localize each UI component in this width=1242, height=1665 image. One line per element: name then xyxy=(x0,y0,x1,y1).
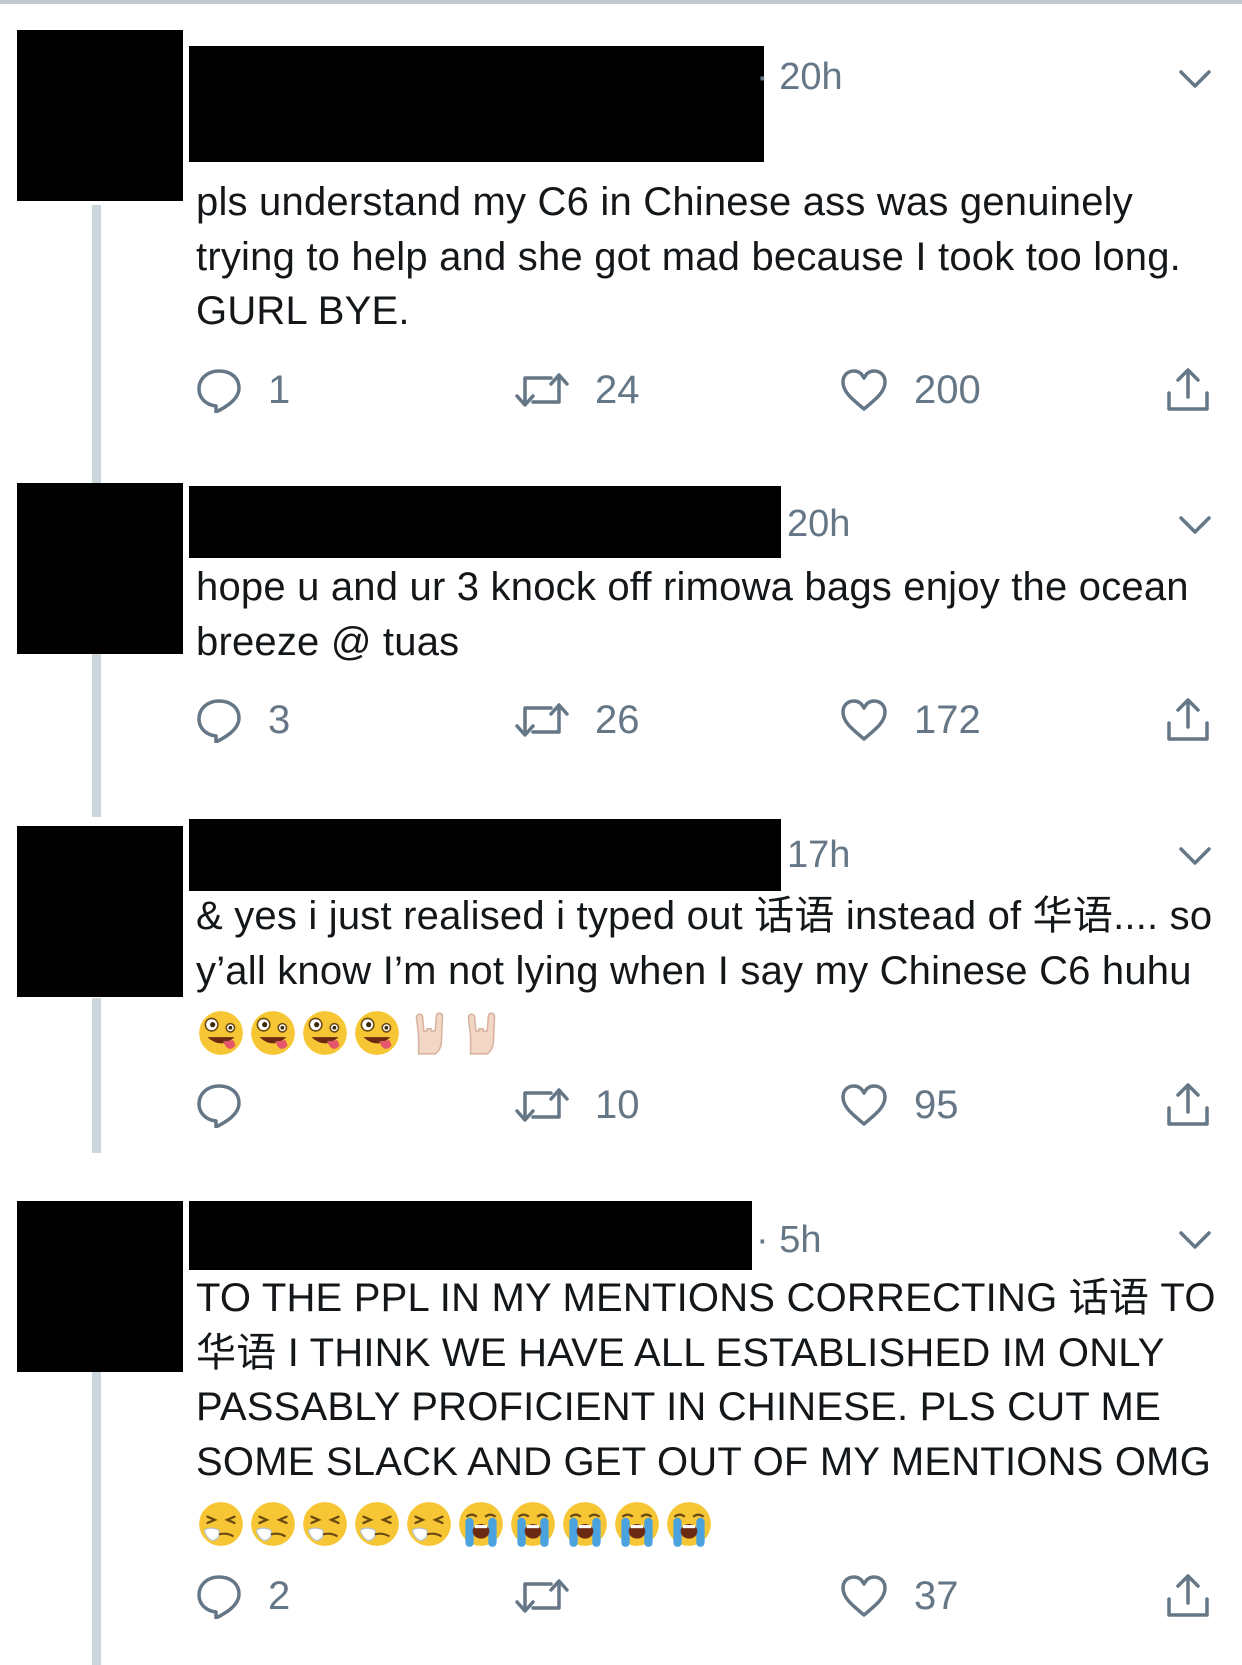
redacted-username xyxy=(189,1201,752,1270)
timestamp-value: 17h xyxy=(787,834,851,876)
share-button[interactable] xyxy=(1165,1075,1211,1135)
reply-button[interactable]: 3 xyxy=(196,690,290,750)
zany-face-emoji xyxy=(355,1011,399,1056)
tweet-timestamp[interactable]: 20h xyxy=(787,503,850,546)
reply-button[interactable]: 1 xyxy=(196,360,290,420)
share-button[interactable] xyxy=(1165,1566,1211,1626)
like-button[interactable]: 95 xyxy=(840,1075,959,1135)
retweet-arrows-icon xyxy=(515,703,569,737)
timestamp-value: 5h xyxy=(779,1219,822,1261)
retweet-arrows-icon xyxy=(515,1088,569,1122)
retweet-button[interactable] xyxy=(515,1566,595,1626)
zany-face-emoji xyxy=(251,1011,295,1056)
retweet-count: 24 xyxy=(595,367,640,412)
zany-face-emoji xyxy=(199,1011,243,1056)
rock-on-hand-emoji xyxy=(415,1012,444,1056)
redacted-username xyxy=(189,819,781,891)
heart-outline-icon xyxy=(841,1575,887,1617)
sneezing-face-emoji xyxy=(407,1502,451,1547)
loudly-crying-face-emoji xyxy=(615,1502,659,1548)
retweet-button[interactable]: 24 xyxy=(515,360,640,420)
redacted-username xyxy=(189,46,764,162)
top-divider xyxy=(0,0,1242,4)
tweet-text-body: & yes i just realised i typed out 话语 ins… xyxy=(196,894,1224,993)
heart-outline-icon xyxy=(841,1084,887,1126)
tweet-actions: 3 26 172 xyxy=(0,690,1242,750)
tweet-text: TO THE PPL IN MY MENTIONS CORRECTING 话语 … xyxy=(196,1271,1226,1550)
tweet-actions: 1 24 200 xyxy=(0,360,1242,420)
heart-outline-icon xyxy=(841,699,887,741)
timestamp-value: 20h xyxy=(787,503,851,545)
speech-bubble-icon xyxy=(197,1084,241,1128)
chevron-down-icon[interactable] xyxy=(1178,514,1212,536)
chevron-down-icon[interactable] xyxy=(1178,1229,1212,1251)
share-upload-icon xyxy=(1167,1574,1209,1617)
redacted-username xyxy=(189,486,781,558)
tweet-text: & yes i just realised i typed out 话语 ins… xyxy=(196,889,1226,1059)
reply-button[interactable] xyxy=(196,1075,268,1135)
loudly-crying-face-emoji xyxy=(459,1502,503,1548)
like-button[interactable]: 200 xyxy=(840,360,981,420)
avatar[interactable] xyxy=(17,30,183,201)
reply-button[interactable]: 2 xyxy=(196,1566,290,1626)
retweet-arrows-icon xyxy=(515,373,569,407)
retweet-arrows-icon xyxy=(515,1579,569,1613)
share-button[interactable] xyxy=(1165,360,1211,420)
tweet-actions: 10 95 xyxy=(0,1075,1242,1135)
retweet-button[interactable]: 10 xyxy=(515,1075,640,1135)
tweet-actions: 2 37 xyxy=(0,1566,1242,1626)
tweet-text: pls understand my C6 in Chinese ass was … xyxy=(196,180,1193,333)
retweet-count: 26 xyxy=(595,697,640,742)
timestamp-dot: · xyxy=(756,56,769,98)
zany-face-emoji xyxy=(303,1011,347,1056)
share-upload-icon xyxy=(1167,368,1209,411)
reply-count: 1 xyxy=(268,367,291,412)
tweet-text-body: TO THE PPL IN MY MENTIONS CORRECTING 话语 … xyxy=(196,1276,1227,1484)
like-count: 95 xyxy=(914,1082,959,1127)
chevron-down-icon[interactable] xyxy=(1178,845,1212,867)
sneezing-face-emoji xyxy=(303,1502,347,1547)
avatar[interactable] xyxy=(17,1201,183,1372)
like-count: 200 xyxy=(914,367,981,412)
sneezing-face-emoji xyxy=(355,1502,399,1547)
timestamp-value: 20h xyxy=(779,56,843,98)
rock-on-hand-emoji xyxy=(467,1012,496,1056)
loudly-crying-face-emoji xyxy=(511,1502,555,1548)
emoji-row xyxy=(196,1004,508,1059)
loudly-crying-face-emoji xyxy=(563,1502,607,1548)
chevron-down-icon[interactable] xyxy=(1178,68,1212,90)
retweet-count: 10 xyxy=(595,1082,640,1127)
like-button[interactable]: 172 xyxy=(840,690,981,750)
avatar[interactable] xyxy=(17,826,183,997)
like-count: 37 xyxy=(914,1573,959,1618)
sneezing-face-emoji xyxy=(251,1502,295,1547)
timestamp-dot: · xyxy=(756,1219,769,1261)
speech-bubble-icon xyxy=(197,1575,241,1619)
speech-bubble-icon xyxy=(197,699,241,743)
retweet-button[interactable]: 26 xyxy=(515,690,640,750)
speech-bubble-icon xyxy=(197,369,241,413)
share-button[interactable] xyxy=(1165,690,1211,750)
like-button[interactable]: 37 xyxy=(840,1566,959,1626)
share-upload-icon xyxy=(1167,1083,1209,1126)
reply-count: 3 xyxy=(268,697,291,742)
loudly-crying-face-emoji xyxy=(667,1502,711,1548)
heart-outline-icon xyxy=(841,369,887,411)
share-upload-icon xyxy=(1167,698,1209,741)
reply-count: 2 xyxy=(268,1573,291,1618)
tweet-timestamp[interactable]: 17h xyxy=(787,834,850,877)
like-count: 172 xyxy=(914,697,981,742)
tweet-timestamp[interactable]: · 20h xyxy=(756,56,843,99)
tweet-text: hope u and ur 3 knock off rimowa bags en… xyxy=(196,565,1201,664)
tweet-timestamp[interactable]: · 5h xyxy=(756,1219,822,1262)
emoji-row xyxy=(196,1495,716,1550)
sneezing-face-emoji xyxy=(199,1502,243,1547)
avatar[interactable] xyxy=(17,483,183,654)
